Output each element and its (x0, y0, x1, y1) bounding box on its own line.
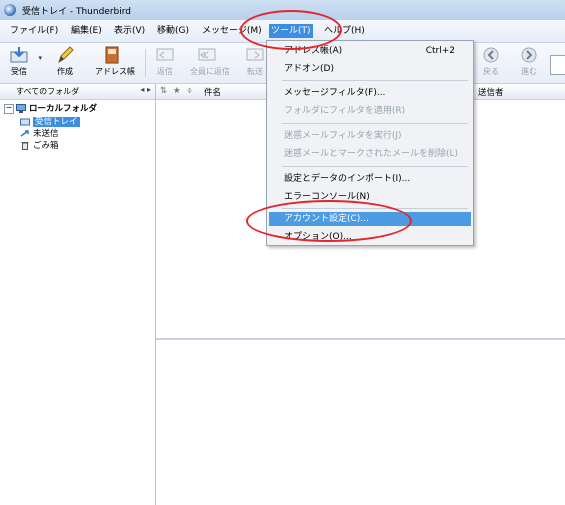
folder-pane: すべてのフォルダ ◂ ▸ − ローカルフォルダ 受信トレイ 未送信 ごみ箱 (0, 84, 156, 505)
menu-separator (282, 80, 468, 81)
folder-pane-header: すべてのフォルダ ◂ ▸ (0, 84, 155, 100)
menu-item-label: オプション(O)... (284, 232, 352, 242)
collapse-icon[interactable]: − (4, 103, 14, 114)
reply-all-icon (198, 48, 216, 61)
reply-icon (156, 48, 174, 61)
menu-item-label: 迷惑メールとマークされたメールを削除(L) (284, 149, 459, 159)
menu-separator (282, 208, 468, 209)
search-input[interactable] (550, 55, 565, 75)
toolbar-separator (145, 49, 146, 77)
menu-tools[interactable]: ツール(T) (269, 24, 313, 38)
menu-edit[interactable]: 編集(E) (69, 24, 104, 38)
folder-inbox-label: 受信トレイ (33, 117, 80, 127)
attachment-column-icon[interactable]: ⌽ (187, 86, 192, 96)
reply-all-label: 全員に返信 (190, 67, 230, 76)
menu-item-delete-junk[interactable]: 迷惑メールとマークされたメールを削除(L) (269, 147, 471, 161)
menu-item-shortcut: Ctrl+2 (425, 46, 455, 56)
back-button[interactable]: 戻る (474, 46, 508, 80)
menu-item-address-book[interactable]: アドレス帳(A) Ctrl+2 (269, 44, 471, 58)
next-button[interactable]: 進む (512, 46, 546, 80)
address-book-icon (105, 46, 119, 64)
menu-item-label: メッセージフィルタ(F)... (284, 88, 386, 98)
thunderbird-icon (4, 4, 16, 16)
menu-item-addons[interactable]: アドオン(D) (269, 62, 471, 76)
menu-item-message-filters[interactable]: メッセージフィルタ(F)... (269, 86, 471, 100)
menu-separator (282, 123, 468, 124)
menu-go[interactable]: 移動(G) (155, 24, 191, 38)
sender-column-header[interactable]: 送信者 (478, 86, 504, 98)
menu-help[interactable]: ヘルプ(H) (322, 24, 367, 38)
reply-button[interactable]: 返信 (148, 46, 182, 80)
next-label: 進む (521, 67, 537, 76)
pencil-icon (58, 46, 74, 64)
menu-item-run-junk-filter[interactable]: 迷惑メールフィルタを実行(J) (269, 129, 471, 143)
menu-item-apply-filters[interactable]: フォルダにフィルタを適用(R) (269, 104, 471, 118)
menu-view[interactable]: 表示(V) (112, 24, 147, 38)
address-book-label: アドレス帳 (95, 67, 135, 76)
tools-menu-dropdown: アドレス帳(A) Ctrl+2 アドオン(D) メッセージフィルタ(F)... … (266, 40, 474, 246)
compose-button[interactable]: 作成 (48, 46, 82, 80)
folder-pane-title: すべてのフォルダ (16, 87, 80, 96)
title-bar: 受信トレイ - Thunderbird (0, 0, 565, 21)
back-arrow-icon (483, 47, 499, 63)
trash-icon (21, 142, 29, 150)
window-title: 受信トレイ - Thunderbird (22, 7, 131, 17)
star-column-icon[interactable]: ★ (173, 86, 181, 96)
folder-trash[interactable]: ごみ箱 (20, 140, 59, 152)
menu-message[interactable]: メッセージ(M) (200, 24, 264, 38)
folder-root[interactable]: − ローカルフォルダ (4, 103, 97, 115)
menu-item-label: 迷惑メールフィルタを実行(J) (284, 131, 402, 141)
menu-item-error-console[interactable]: エラーコンソール(N) (269, 190, 471, 204)
compose-label: 作成 (57, 67, 73, 76)
menu-item-label: フォルダにフィルタを適用(R) (284, 106, 406, 116)
menu-item-label: アドオン(D) (284, 64, 334, 74)
menu-item-label: アドレス帳(A) (284, 46, 343, 56)
menu-item-import[interactable]: 設定とデータのインポート(I)... (269, 172, 471, 186)
reply-label: 返信 (157, 67, 173, 76)
address-book-button[interactable]: アドレス帳 (95, 46, 135, 80)
menu-item-label: 設定とデータのインポート(I)... (284, 174, 411, 184)
subject-column-header[interactable]: 件名 (204, 86, 221, 98)
reply-all-button[interactable]: 全員に返信 (190, 46, 230, 80)
forward-arrow-icon (521, 47, 537, 63)
folder-inbox[interactable]: 受信トレイ (20, 116, 80, 128)
get-mail-icon (10, 47, 28, 63)
folder-unsent[interactable]: 未送信 (20, 128, 59, 140)
folder-unsent-label: 未送信 (33, 129, 59, 139)
message-preview-pane (156, 340, 565, 505)
computer-icon (16, 104, 26, 113)
menu-file[interactable]: ファイル(F) (8, 24, 60, 38)
back-label: 戻る (483, 67, 499, 76)
menu-item-account-settings[interactable]: アカウント設定(C)... (269, 212, 471, 226)
folder-trash-label: ごみ箱 (33, 141, 59, 151)
menu-item-label: エラーコンソール(N) (284, 192, 370, 202)
menu-item-options[interactable]: オプション(O)... (269, 230, 471, 244)
menu-item-label: アカウント設定(C)... (284, 214, 369, 224)
outbox-icon (20, 130, 29, 137)
thread-column-icon[interactable]: ⇅ (160, 86, 167, 96)
folder-nav-arrows[interactable]: ◂ ▸ (140, 85, 151, 94)
get-mail-button[interactable]: 受信 ▾ (2, 46, 42, 80)
chevron-down-icon[interactable]: ▾ (38, 54, 42, 62)
get-mail-label: 受信 (11, 67, 27, 76)
inbox-icon (20, 118, 30, 126)
menu-separator (282, 166, 468, 167)
forward-icon (246, 48, 264, 61)
folder-root-label: ローカルフォルダ (29, 104, 98, 114)
